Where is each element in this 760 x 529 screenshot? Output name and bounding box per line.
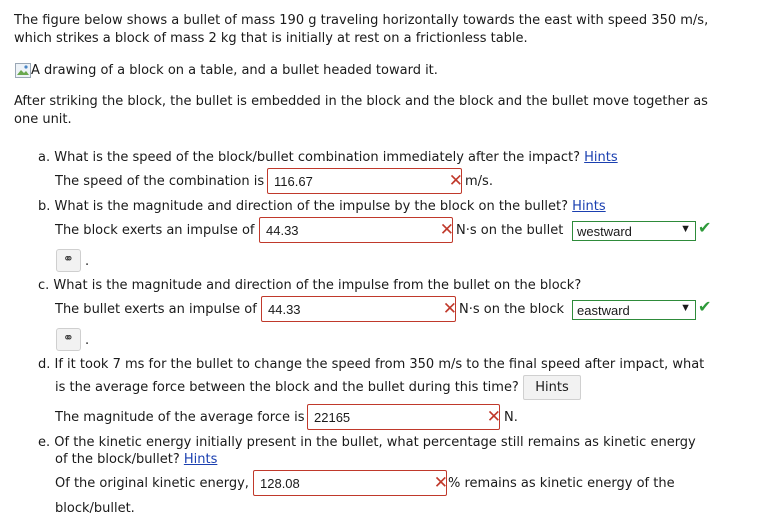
wrong-mark-icon: ✕ [433,473,448,493]
correct-check-icon: ✔ [698,218,712,237]
answer-e-suffix-2: block/bullet. [55,501,135,516]
hints-link-a[interactable]: Hints [584,150,618,165]
separator-dot: . [85,254,90,269]
question-c: c. What is the magnitude and direction o… [38,278,582,293]
figure-alt-text: A drawing of a block on a table, and a b… [31,63,438,78]
answer-e-field[interactable]: ✕ [253,470,448,496]
hints-link-b[interactable]: Hints [572,199,606,214]
answer-d-unit: N. [504,410,518,425]
question-e-text: of the block/bullet? [55,452,180,467]
direction-select-c[interactable]: eastward ▼ [572,300,696,320]
answer-a-prefix: The speed of the combination is [55,174,265,189]
broken-image-icon [15,63,31,78]
intro-line-2: which strikes a block of mass 2 kg that … [14,31,528,46]
wrong-mark-icon: ✕ [486,407,501,427]
key-button-b[interactable]: ⚭ [56,249,81,272]
answer-a-unit: m/s. [465,174,493,189]
average-force-input[interactable] [314,409,464,425]
key-icon: ⚭ [63,252,74,267]
direction-select-b[interactable]: westward ▼ [572,221,696,241]
question-a: a. What is the speed of the block/bullet… [38,150,618,165]
speed-input[interactable] [274,173,424,189]
key-button-c[interactable]: ⚭ [56,328,81,351]
wrong-mark-icon: ✕ [448,171,463,191]
chevron-down-icon: ▼ [680,302,691,314]
question-e-line-2: of the block/bullet? Hints [55,452,217,467]
question-d-line-2: is the average force between the block a… [55,380,519,395]
answer-c-unit: N·s on the block [459,302,565,317]
chevron-down-icon: ▼ [680,223,691,235]
impulse-on-block-input[interactable] [268,301,418,317]
after-line-2: one unit. [14,112,72,127]
answer-e-prefix: Of the original kinetic energy, [55,476,249,491]
separator-dot: . [85,333,90,348]
key-icon: ⚭ [63,331,74,346]
answer-a-field[interactable]: ✕ [267,168,463,194]
answer-b-prefix: The block exerts an impulse of [55,223,255,238]
intro-line-1: The figure below shows a bullet of mass … [14,13,709,28]
hints-button-d[interactable]: Hints [523,375,581,400]
answer-e-suffix-1: % remains as kinetic energy of the [448,476,675,491]
answer-d-prefix: The magnitude of the average force is [55,410,305,425]
answer-c-prefix: The bullet exerts an impulse of [55,302,257,317]
wrong-mark-icon: ✕ [439,220,454,240]
question-b: b. What is the magnitude and direction o… [38,199,606,214]
ke-percentage-input[interactable] [260,475,410,491]
wrong-mark-icon: ✕ [442,299,457,319]
question-d-line-1: d. If it took 7 ms for the bullet to cha… [38,357,705,372]
answer-b-unit: N·s on the bullet [456,223,564,238]
impulse-on-bullet-input[interactable] [266,222,416,238]
answer-c-field[interactable]: ✕ [261,296,457,322]
answer-b-field[interactable]: ✕ [259,217,454,243]
question-e-line-1: e. Of the kinetic energy initially prese… [38,435,696,450]
after-line-1: After striking the block, the bullet is … [14,94,708,109]
question-a-text: a. What is the speed of the block/bullet… [38,150,581,165]
correct-check-icon: ✔ [698,297,712,316]
question-b-text: b. What is the magnitude and direction o… [38,199,569,214]
answer-d-field[interactable]: ✕ [307,404,501,430]
direction-select-c-value: eastward [577,303,630,318]
direction-select-b-value: westward [577,224,632,239]
hints-link-e[interactable]: Hints [184,452,218,467]
